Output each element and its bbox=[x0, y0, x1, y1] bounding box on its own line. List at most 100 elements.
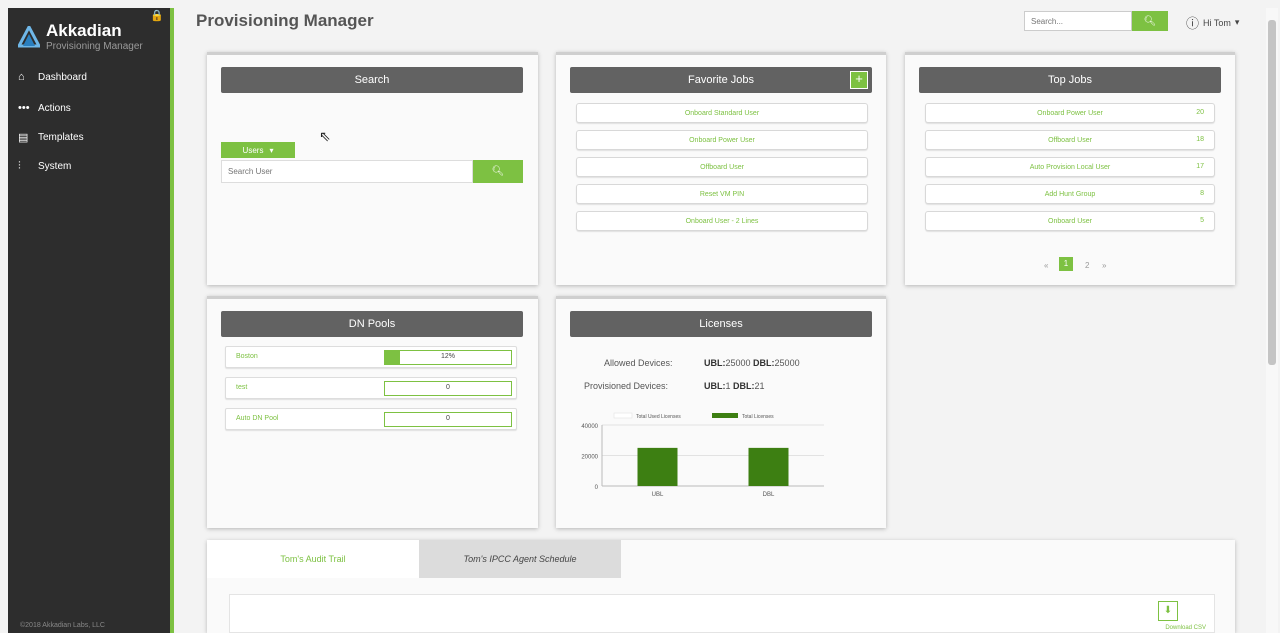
chart-bar bbox=[637, 447, 678, 486]
scrollbar-thumb[interactable] bbox=[1268, 20, 1276, 365]
sidebar-item-label: Templates bbox=[38, 131, 84, 143]
chart-y-tick-label: 40000 bbox=[581, 424, 598, 430]
top-job-item[interactable]: Add Hunt Group 8 bbox=[925, 184, 1215, 204]
favorite-job-item[interactable]: Onboard Standard User bbox=[576, 103, 868, 123]
top-job-label: Onboard User bbox=[1048, 217, 1092, 225]
top-job-item[interactable]: Auto Provision Local User 17 bbox=[925, 157, 1215, 177]
chart-legend-label: Total Used Licenses bbox=[636, 414, 681, 420]
lock-icon[interactable]: 🔒 bbox=[150, 9, 164, 22]
user-greeting: Hi Tom bbox=[1203, 17, 1231, 28]
top-job-count: 18 bbox=[1196, 136, 1204, 143]
header-search-button[interactable]: 🔍︎ bbox=[1132, 11, 1168, 31]
licenses-panel: Licenses Allowed Devices: UBL:25000 DBL:… bbox=[556, 296, 886, 528]
dn-pool-name: Auto DN Pool bbox=[236, 415, 279, 422]
akkadian-logo bbox=[18, 26, 40, 48]
dn-pool-row[interactable]: test 0 bbox=[225, 377, 517, 399]
top-job-label: Onboard Power User bbox=[1037, 109, 1103, 117]
top-job-count: 17 bbox=[1196, 163, 1204, 170]
brand-subtitle: Provisioning Manager bbox=[46, 41, 143, 52]
top-jobs-panel: Top Jobs Onboard Power User 20 Offboard … bbox=[905, 52, 1235, 285]
template-icon: ▤ bbox=[18, 131, 29, 144]
dn-pool-usage-label: 12% bbox=[440, 353, 455, 360]
bottom-tabs-panel: Tom's Audit Trail Tom's IPCC Agent Sched… bbox=[207, 540, 1235, 633]
dn-pools-panel: DN Pools Boston 12% test 0 Auto DN Pool … bbox=[207, 296, 538, 528]
sidebar-item-label: Actions bbox=[38, 102, 71, 114]
sidebar-item-label: Dashboard bbox=[38, 71, 87, 83]
user-icon: ⓘ bbox=[1186, 16, 1200, 31]
mouse-cursor-icon: ⇖ bbox=[319, 128, 331, 144]
pagination-page-2[interactable]: 2 bbox=[1085, 261, 1089, 270]
top-job-count: 20 bbox=[1196, 109, 1204, 116]
tab-audit-trail[interactable]: Tom's Audit Trail bbox=[207, 540, 419, 578]
user-menu[interactable]: ⓘ Hi Tom ▾ bbox=[1186, 13, 1239, 32]
copyright: ©2018 Akkadian Labs, LLC bbox=[20, 622, 105, 629]
sidebar-item-label: System bbox=[38, 160, 72, 172]
sliders-icon: ⫶ bbox=[18, 159, 21, 172]
top-job-item[interactable]: Onboard Power User 20 bbox=[925, 103, 1215, 123]
favorite-job-item[interactable]: Reset VM PIN bbox=[576, 184, 868, 204]
search-user-input[interactable] bbox=[221, 160, 473, 183]
app-window: Akkadian Provisioning Manager 🔒 ⌂ Dashbo… bbox=[0, 0, 1280, 633]
dn-pool-name: Boston bbox=[236, 353, 258, 360]
brand[interactable]: Akkadian Provisioning Manager bbox=[18, 18, 168, 58]
chart-legend-swatch bbox=[613, 412, 633, 419]
dn-pool-usage-bar: 0 bbox=[384, 412, 512, 427]
users-dropdown[interactable]: Users ▾ bbox=[221, 142, 295, 158]
dn-pool-usage-label: 0 bbox=[446, 384, 450, 391]
favorite-jobs-panel: Favorite Jobs + Onboard Standard User On… bbox=[556, 52, 886, 285]
dn-pool-name: test bbox=[236, 384, 248, 391]
home-icon: ⌂ bbox=[18, 71, 25, 83]
users-dropdown-label: Users bbox=[242, 145, 264, 155]
dn-pool-row[interactable]: Auto DN Pool 0 bbox=[225, 408, 517, 430]
search-icon: 🔍︎ bbox=[1143, 15, 1157, 27]
pagination-next[interactable]: » bbox=[1102, 261, 1106, 270]
chart-legend-label: Total Licenses bbox=[742, 414, 774, 420]
top-jobs-title: Top Jobs bbox=[919, 67, 1221, 93]
download-csv-label[interactable]: Download CSV bbox=[1165, 625, 1206, 631]
search-panel-title: Search bbox=[221, 67, 523, 93]
dots-icon: ••• bbox=[18, 102, 30, 114]
page-title: Provisioning Manager bbox=[196, 11, 374, 30]
dn-pool-usage-bar: 0 bbox=[384, 381, 512, 396]
favorite-jobs-title-text: Favorite Jobs bbox=[687, 74, 755, 86]
dn-pool-row[interactable]: Boston 12% bbox=[225, 346, 517, 368]
tab-content: ⬇ Download CSV bbox=[229, 594, 1215, 633]
caret-down-icon: ▾ bbox=[1234, 17, 1240, 27]
header-search-input[interactable] bbox=[1024, 11, 1132, 31]
chart-legend-swatch bbox=[712, 413, 738, 418]
top-job-item[interactable]: Offboard User 18 bbox=[925, 130, 1215, 150]
scrollbar[interactable] bbox=[1266, 8, 1278, 633]
licenses-chart: 40000 20000 0 Total Used Licenses Total Lice… bbox=[581, 412, 824, 498]
tab-ipcc-agent-schedule[interactable]: Tom's IPCC Agent Schedule bbox=[419, 540, 621, 578]
chart-bar bbox=[748, 447, 789, 486]
favorite-job-item[interactable]: Offboard User bbox=[576, 157, 868, 177]
brand-name: Akkadian bbox=[46, 21, 122, 40]
chart-y-tick-label: 20000 bbox=[581, 455, 598, 461]
search-icon: 🔍︎ bbox=[491, 166, 505, 177]
download-icon[interactable]: ⬇ bbox=[1158, 601, 1178, 621]
search-panel: Search ⇖ Users ▾ 🔍︎ bbox=[207, 52, 538, 285]
chart-x-tick-label: UBL bbox=[652, 492, 664, 498]
dn-pools-title: DN Pools bbox=[221, 311, 523, 337]
sidebar-item-actions[interactable]: ••• Actions bbox=[18, 97, 168, 119]
add-favorite-icon[interactable]: + bbox=[850, 71, 868, 89]
caret-down-icon: ▾ bbox=[269, 145, 274, 155]
top-job-label: Add Hunt Group bbox=[1044, 190, 1096, 198]
chart-x-tick-label: DBL bbox=[763, 492, 775, 498]
sidebar-item-templates[interactable]: ▤ Templates bbox=[18, 126, 168, 148]
favorite-job-item[interactable]: Onboard Power User bbox=[576, 130, 868, 150]
dn-pool-usage-label: 0 bbox=[446, 415, 450, 422]
chart-y-tick-label: 0 bbox=[595, 485, 599, 491]
favorite-job-item[interactable]: Onboard User - 2 Lines bbox=[576, 211, 868, 231]
pagination-page-1[interactable]: 1 bbox=[1059, 257, 1073, 271]
top-job-label: Offboard User bbox=[1048, 136, 1092, 144]
sidebar-item-system[interactable]: ⫶ System bbox=[18, 155, 168, 177]
search-user-button[interactable]: 🔍︎ bbox=[473, 160, 523, 183]
top-job-count: 8 bbox=[1200, 190, 1204, 197]
top-job-item[interactable]: Onboard User 5 bbox=[925, 211, 1215, 231]
top-job-count: 5 bbox=[1200, 217, 1204, 224]
dn-pool-usage-bar: 12% bbox=[384, 350, 512, 365]
top-job-label: Auto Provision Local User bbox=[1029, 163, 1111, 171]
sidebar-item-dashboard[interactable]: ⌂ Dashboard bbox=[18, 66, 168, 88]
pagination-prev[interactable]: « bbox=[1044, 261, 1048, 270]
